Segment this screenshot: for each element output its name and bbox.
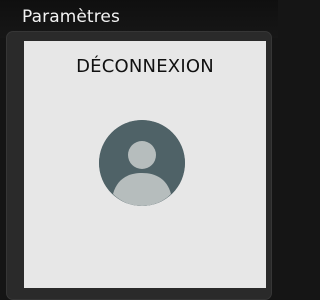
logout-title: DÉCONNEXION [76,56,214,77]
user-avatar-icon[interactable] [99,120,185,206]
page-title: Paramètres [22,7,120,27]
logout-card[interactable]: DÉCONNEXION [24,41,266,288]
